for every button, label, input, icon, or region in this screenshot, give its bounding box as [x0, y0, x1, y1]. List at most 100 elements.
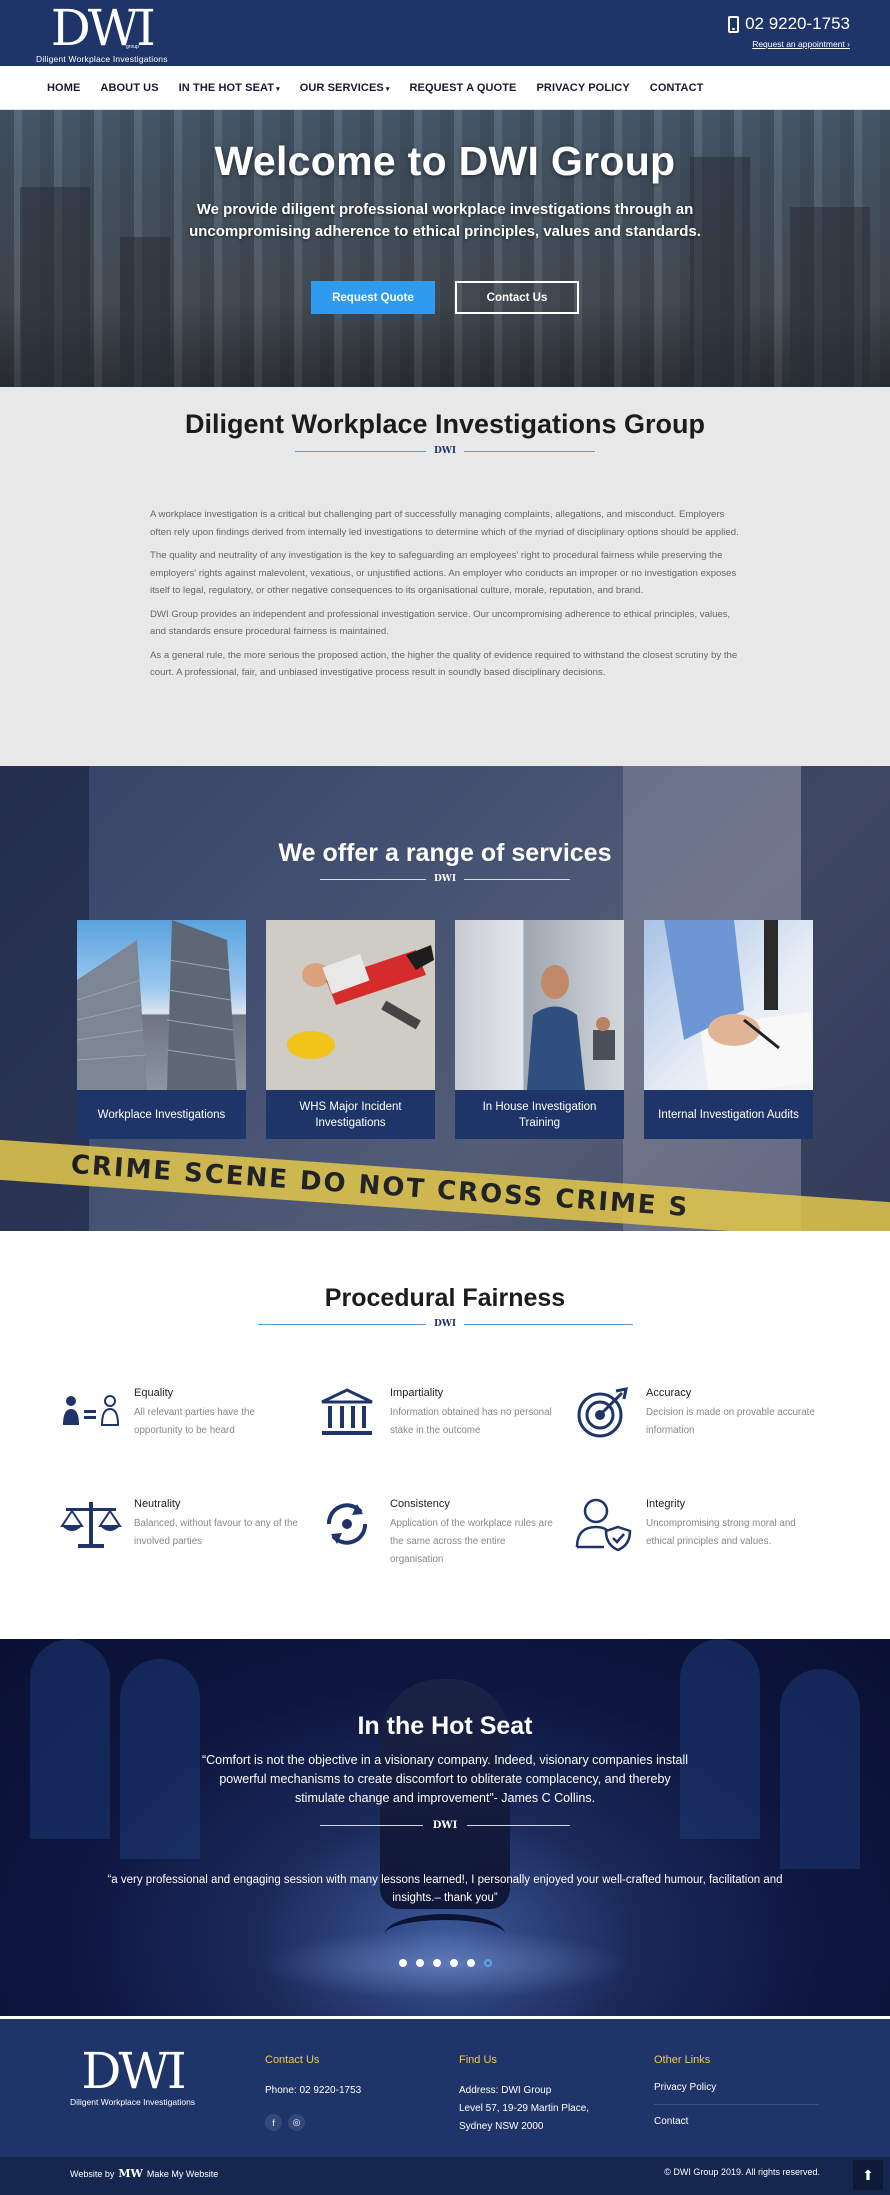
service-card-internal-audits[interactable]: Internal Investigation Audits: [644, 920, 813, 1139]
divider-line: [295, 450, 426, 452]
website-credit[interactable]: Website by MW Make My Website: [70, 2167, 218, 2180]
nav-label: HOME: [47, 81, 81, 94]
feature-description: Decision is made on provable accurate in…: [646, 1407, 815, 1436]
carousel-dot[interactable]: [432, 1959, 441, 1967]
divider-line: [320, 878, 426, 880]
feature-description: Application of the workplace rules are t…: [390, 1518, 553, 1565]
instagram-icon[interactable]: ◎: [288, 2114, 305, 2131]
footer-address-line: Level 57, 19-29 Martin Place,: [459, 2103, 590, 2114]
divider-logo: DWI: [433, 446, 457, 456]
footer-address-line: Sydney NSW 2000: [459, 2121, 544, 2132]
nav-item-home[interactable]: HOME: [47, 82, 80, 94]
divider-logo: DWI: [433, 874, 457, 884]
service-cards: Workplace Investigations WHS Major Incid…: [0, 920, 890, 1139]
carousel-dot[interactable]: [415, 1959, 424, 1967]
fairness-features: Equality All relevant parties have the op…: [60, 1387, 830, 1569]
hot-seat-title: In the Hot Seat: [357, 1712, 533, 1740]
request-appointment-link[interactable]: Request an appointment ›: [752, 39, 850, 49]
phone-number[interactable]: 02 9220-1753: [728, 14, 850, 34]
feature-title: Neutrality: [134, 1498, 181, 1510]
footer-address-line: Address: DWI Group: [459, 2085, 552, 2096]
divider-line: [467, 1825, 570, 1826]
incident-image: [266, 920, 435, 1090]
hot-seat-section: In the Hot Seat “Comfort is not the obje…: [0, 1639, 890, 2016]
header-contact: 02 9220-1753 Request an appointment ›: [728, 14, 850, 52]
intro-section: Diligent Workplace Investigations Group …: [0, 387, 890, 766]
divider-line: [464, 878, 570, 880]
request-quote-button[interactable]: Request Quote: [311, 281, 435, 314]
nav-label: PRIVACY POLICY: [536, 81, 630, 94]
nav-item-privacy-policy[interactable]: PRIVACY POLICY: [537, 82, 630, 94]
service-card-label: WHS Major Incident Investigations: [266, 1090, 435, 1139]
divider-logo: DWI: [433, 1319, 457, 1329]
procedural-fairness-section: Procedural Fairness DWI Equality All rele…: [0, 1231, 890, 1639]
feature-description: Information obtained has no personal sta…: [390, 1407, 552, 1436]
target-icon: [572, 1387, 634, 1439]
nav-item-in-the-hot-seat[interactable]: IN THE HOT SEAT ▾: [179, 82, 280, 94]
divider-line: [320, 1825, 423, 1826]
nav-label: ABOUT US: [100, 81, 159, 94]
footer-logo[interactable]: DWI Diligent Workplace Investigations: [70, 2046, 195, 2107]
footer-links-column: Other Links Privacy Policy Contact: [654, 2054, 819, 2149]
logo-tagline: Diligent Workplace Investigations: [36, 54, 168, 64]
divider-line: [464, 1323, 633, 1325]
mobile-phone-icon: [728, 15, 740, 33]
intro-paragraph: The quality and neutrality of any invest…: [150, 550, 737, 596]
nav-label: REQUEST A QUOTE: [409, 81, 517, 94]
carousel-dots: [0, 1959, 890, 1967]
nav-item-request-a-quote[interactable]: REQUEST A QUOTE: [409, 82, 516, 94]
facebook-icon[interactable]: f: [265, 2114, 282, 2131]
footer-link-contact[interactable]: Contact: [654, 2116, 819, 2138]
feature-accuracy: Accuracy Decision is made on provable acc…: [572, 1387, 828, 1440]
services-section: CRIME SCENE DO NOT CROSS CRIME S We offe…: [0, 766, 890, 1231]
nav-item-our-services[interactable]: OUR SERVICES ▾: [300, 82, 390, 94]
footer-heading: Find Us: [459, 2054, 497, 2066]
skyscraper-image: [77, 920, 246, 1090]
service-card-in-house-training[interactable]: In House Investigation Training: [455, 920, 624, 1139]
contact-us-button[interactable]: Contact Us: [455, 281, 579, 314]
feature-text: Equality All relevant parties have the op…: [134, 1387, 304, 1440]
signing-document-illustration: [664, 920, 813, 1090]
footer-logo-tagline: Diligent Workplace Investigations: [70, 2097, 196, 2107]
hero-content: Welcome to DWI Group We provide diligent…: [0, 110, 890, 314]
footer-logo-mark: DWI: [81, 2042, 186, 2100]
nav-label: OUR SERVICES: [299, 81, 384, 94]
footer-phone[interactable]: Phone: 02 9220-1753: [265, 2082, 361, 2100]
feature-equality: Equality All relevant parties have the op…: [60, 1387, 316, 1440]
hero-subtitle: We provide diligent professional workpla…: [189, 201, 701, 240]
carousel-dot-active[interactable]: [483, 1959, 492, 1967]
bottom-bar: Website by MW Make My Website © DWI Grou…: [0, 2157, 890, 2195]
divider-line: [257, 1323, 426, 1325]
feature-text: Consistency Application of the workplace …: [390, 1498, 560, 1569]
feature-description: All relevant parties have the opportunit…: [134, 1407, 255, 1436]
footer-link-privacy-policy[interactable]: Privacy Policy: [654, 2082, 819, 2105]
chevron-down-icon: ▾: [276, 85, 280, 93]
intro-body: A workplace investigation is a critical …: [150, 506, 740, 682]
intro-title: Diligent Workplace Investigations Group: [184, 409, 706, 439]
service-card-workplace-investigations[interactable]: Workplace Investigations: [77, 920, 246, 1139]
intro-paragraph: DWI Group provides an independent and pr…: [150, 608, 731, 638]
nav-item-contact[interactable]: CONTACT: [650, 82, 704, 94]
cycle-icon: [316, 1498, 378, 1550]
crime-scene-tape: CRIME SCENE DO NOT CROSS CRIME S: [0, 1138, 890, 1231]
carousel-dot[interactable]: [449, 1959, 458, 1967]
footer-find-column: Find Us Address: DWI Group Level 57, 19-…: [459, 2054, 589, 2136]
carousel-dot[interactable]: [466, 1959, 475, 1967]
copyright-text: © DWI Group 2019. All rights reserved.: [664, 2167, 820, 2177]
hero-title: Welcome to DWI Group: [214, 138, 676, 184]
feature-text: Accuracy Decision is made on provable acc…: [646, 1387, 816, 1440]
footer-contact-column: Contact Us Phone: 02 9220-1753 f ◎: [265, 2054, 361, 2131]
feature-title: Equality: [134, 1387, 174, 1399]
logo-mark: DWI: [50, 0, 156, 57]
phone-number-text: 02 9220-1753: [745, 14, 850, 33]
section-divider: DWI: [257, 1319, 633, 1329]
courthouse-icon: [316, 1387, 378, 1439]
training-image: [455, 920, 624, 1090]
carousel-dot[interactable]: [398, 1959, 407, 1967]
services-title: We offer a range of services: [278, 839, 612, 867]
arrow-up-icon: ⬆: [862, 2166, 874, 2183]
site-logo[interactable]: DWI group Diligent Workplace Investigati…: [36, 0, 168, 64]
nav-item-about-us[interactable]: ABOUT US: [100, 82, 158, 94]
back-to-top-button[interactable]: ⬆: [853, 2160, 883, 2190]
service-card-whs-major-incident[interactable]: WHS Major Incident Investigations: [266, 920, 435, 1139]
